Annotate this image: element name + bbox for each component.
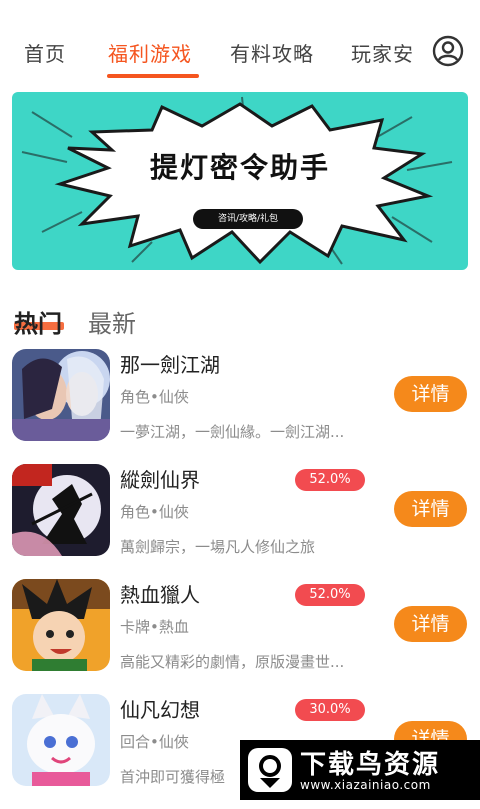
discount-badge: 52.0% [295,469,365,491]
detail-button[interactable]: 详情 [394,376,467,412]
game-zongjian-icon [12,464,110,556]
game-tags: 卡牌•熱血 [120,618,189,636]
game-name: 熱血獵人 [120,583,200,607]
tab-players[interactable]: 玩家安 [351,38,414,67]
game-description: 萬劍歸宗，一場凡人修仙之旅 [120,538,316,556]
watermark-url: www.xiazainiao.com [300,778,431,792]
promo-banner[interactable]: 提灯密令助手 咨讯/攻略/礼包 [12,92,468,270]
active-tab-indicator [107,74,199,78]
game-description: 高能又精彩的劇情，原版漫畫世... [120,653,345,671]
game-tags: 角色•仙俠 [120,503,189,521]
user-icon[interactable] [432,35,464,67]
game-xianfan-icon [12,694,110,786]
tab-hot[interactable]: 热门 [14,304,62,339]
game-tags: 回合•仙俠 [120,733,189,751]
watermark-title: 下载鸟资源 [300,750,441,780]
game-name: 仙凡幻想 [120,698,200,722]
discount-badge: 30.0% [295,699,365,721]
tab-welfare-games[interactable]: 福利游戏 [108,38,192,67]
list-item[interactable]: 縱劍仙界 52.0% 角色•仙俠 萬劍歸宗，一場凡人修仙之旅 详情 [0,464,480,579]
detail-button[interactable]: 详情 [394,606,467,642]
discount-badge: 52.0% [295,584,365,606]
top-nav: 首页 福利游戏 有料攻略 玩家安 [0,0,480,90]
banner-pill: 咨讯/攻略/礼包 [193,209,303,229]
tab-home[interactable]: 首页 [24,38,66,67]
game-name: 縱劍仙界 [120,468,200,492]
tab-new[interactable]: 最新 [88,304,136,339]
game-name: 那一劍江湖 [120,353,220,377]
tab-guides[interactable]: 有料攻略 [230,38,314,67]
watermark: 下载鸟资源 www.xiazainiao.com [240,740,480,800]
banner-title: 提灯密令助手 [149,151,330,184]
list-item[interactable]: 那一劍江湖 角色•仙俠 一夢江湖，一劍仙緣。一劍江湖... 详情 [0,349,480,464]
game-jianghu-icon [12,349,110,441]
bird-logo-icon [248,748,292,792]
game-tags: 角色•仙俠 [120,388,189,406]
game-hunter-icon [12,579,110,671]
list-item[interactable]: 熱血獵人 52.0% 卡牌•熱血 高能又精彩的劇情，原版漫畫世... 详情 [0,579,480,694]
game-description: 一夢江湖，一劍仙緣。一劍江湖... [120,423,345,441]
detail-button[interactable]: 详情 [394,491,467,527]
